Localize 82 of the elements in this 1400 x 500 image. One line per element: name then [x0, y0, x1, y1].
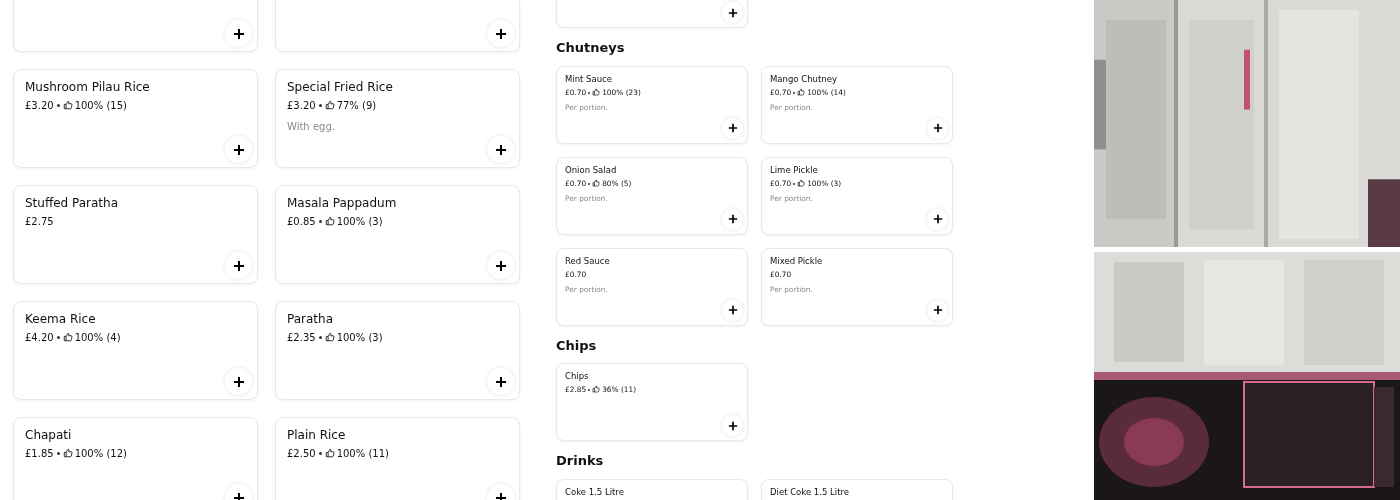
item-price: £4.20 [25, 331, 54, 343]
add-button[interactable] [225, 368, 252, 395]
item-name: Paratha [287, 312, 334, 328]
item-name: Mixed Pickle [770, 255, 824, 267]
add-button[interactable] [225, 252, 252, 279]
plus-icon [932, 123, 943, 134]
plus-icon [232, 143, 245, 156]
item-name: Coke 1.5 Litre [565, 486, 625, 498]
item-rating: 100% (15) [74, 99, 127, 111]
item-price: £1.85 [25, 447, 54, 459]
item-name: Plain Rice [287, 428, 347, 444]
item-description: With egg. [287, 119, 336, 134]
thumbs-up-icon [62, 447, 73, 458]
plus-icon [727, 214, 738, 225]
thumbs-up-icon [592, 87, 601, 96]
plus-icon [932, 214, 943, 225]
add-button[interactable] [722, 208, 743, 230]
plus-icon [727, 420, 738, 431]
item-rating: 77% (9) [336, 99, 377, 111]
item-name: Mushroom Pilau Rice [25, 80, 151, 96]
plus-icon [494, 375, 507, 388]
item-name: Lime Pickle [770, 164, 819, 176]
item-rating: 100% (3) [336, 215, 383, 227]
plus-icon [727, 7, 738, 18]
plus-icon [232, 27, 245, 40]
thumbs-up-icon [797, 178, 806, 187]
add-button[interactable] [487, 20, 514, 47]
add-button[interactable] [927, 117, 948, 139]
item-rating: 100% (12) [74, 447, 127, 459]
plus-icon [232, 375, 245, 388]
add-button[interactable] [722, 415, 743, 437]
plus-icon [494, 259, 507, 272]
thumbs-up-icon [62, 99, 73, 110]
item-name: Onion Salad [565, 164, 618, 176]
item-rating: 100% (4) [74, 331, 121, 343]
item-name: Mango Chutney [770, 73, 838, 85]
item-name: Chips [565, 371, 590, 383]
plus-icon [232, 259, 245, 272]
thumbs-up-icon [324, 99, 335, 110]
plus-icon [727, 123, 738, 134]
add-button[interactable] [225, 136, 252, 163]
section-heading: Drinks [556, 453, 605, 469]
item-price: £2.50 [287, 447, 316, 459]
thumbs-up-icon [62, 331, 73, 342]
thumbs-up-icon [592, 178, 601, 187]
item-name: Keema Rice [25, 312, 97, 328]
item-name: Chapati [25, 428, 73, 444]
plus-icon [494, 143, 507, 156]
plus-icon [494, 491, 507, 500]
item-price: £2.75 [25, 215, 54, 227]
section-heading: Chips [556, 337, 598, 354]
item-name: Masala Pappadum [287, 196, 398, 212]
item-price: £3.20 [25, 99, 54, 111]
thumbs-up-icon [324, 215, 335, 226]
add-button[interactable] [487, 252, 514, 279]
add-button[interactable] [722, 117, 743, 139]
thumbs-up-icon [797, 87, 806, 96]
add-button[interactable] [225, 20, 252, 47]
item-price: £3.20 [287, 99, 316, 111]
add-button[interactable] [927, 299, 948, 321]
item-price: £0.85 [287, 215, 316, 227]
item-rating: 100% (11) [336, 447, 389, 459]
add-button[interactable] [487, 368, 514, 395]
item-name: Red Sauce [565, 255, 611, 267]
plus-icon [727, 305, 738, 316]
thumbs-up-icon [324, 331, 335, 342]
add-button[interactable] [927, 208, 948, 230]
thumbs-up-icon [324, 447, 335, 458]
add-button[interactable] [722, 2, 743, 23]
add-button[interactable] [487, 136, 514, 163]
thumbs-up-icon [592, 385, 601, 394]
item-rating: 100% (3) [336, 331, 383, 343]
item-name: Stuffed Paratha [25, 196, 119, 212]
add-button[interactable] [722, 299, 743, 321]
item-name: Special Fried Rice [287, 80, 394, 96]
plus-icon [232, 491, 245, 500]
section-heading: Chutneys [556, 40, 626, 56]
item-name: Mint Sauce [565, 73, 613, 85]
plus-icon [932, 305, 943, 316]
item-price: £2.35 [287, 331, 316, 343]
plus-icon [494, 27, 507, 40]
item-name: Diet Coke 1.5 Litre [770, 486, 851, 498]
